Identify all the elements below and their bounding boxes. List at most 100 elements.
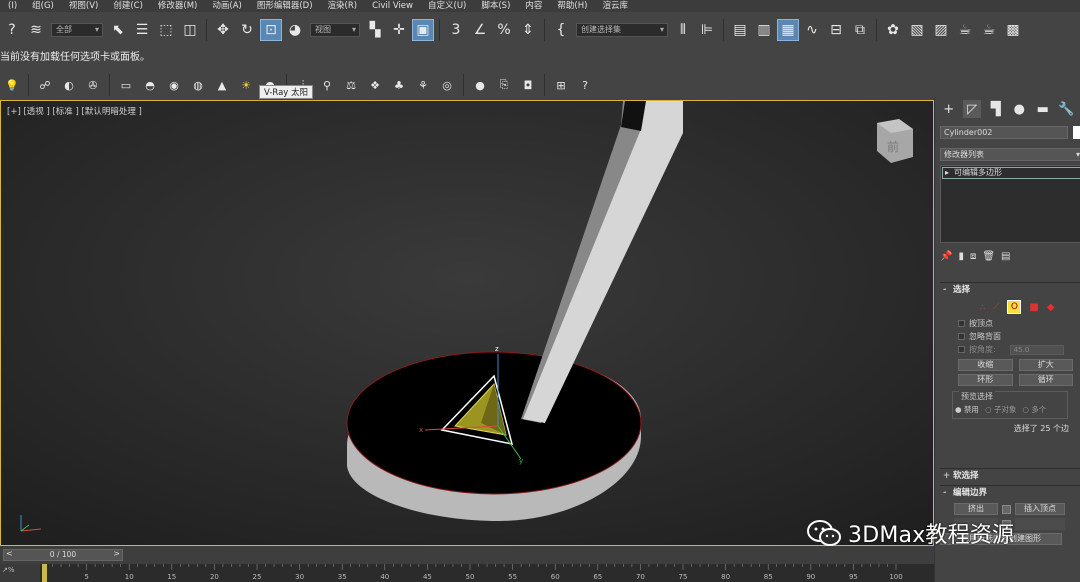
create-tab-icon[interactable]: + (940, 100, 958, 118)
shrink-button[interactable]: 收缩 (958, 359, 1013, 371)
vray-sun-icon[interactable]: ☀ (237, 76, 255, 94)
pin-stack-icon[interactable]: 📌 (940, 251, 952, 262)
help-icon[interactable]: ? (576, 76, 594, 94)
move-icon[interactable]: ✥ (213, 20, 233, 40)
menu-item[interactable]: 动画(A) (204, 0, 248, 12)
snaps-toggle-icon[interactable]: 3 (446, 20, 466, 40)
undo-icon[interactable]: ? (2, 20, 22, 40)
select-manipulate-icon[interactable]: ✛ (389, 20, 409, 40)
by-vertex-checkbox[interactable]: 按顶点 (940, 317, 1080, 330)
perspective-viewport[interactable]: z x y 前 [+] [透视 ] [标准 ] [默认明暗处理 ] (0, 100, 934, 546)
vray-stats-icon[interactable]: ⊞ (552, 76, 570, 94)
spinner-snap-icon[interactable]: ⇕ (518, 20, 538, 40)
edge-mode-icon[interactable]: ⟋ (993, 302, 999, 312)
vray-ies-light-icon[interactable]: ◍ (189, 76, 207, 94)
extrude-settings-icon[interactable] (1002, 504, 1011, 514)
select-by-name-icon[interactable]: ☰ (132, 20, 152, 40)
vray-ambient-light-icon[interactable]: ▲ (213, 76, 231, 94)
rotate-icon[interactable]: ↻ (237, 20, 257, 40)
vray-light-lister-icon[interactable]: 💡 (3, 76, 21, 94)
soft-selection-rollout[interactable]: + 软选择 (940, 468, 1080, 483)
viewport-label[interactable]: [+] [透视 ] [标准 ] [默认明暗处理 ] (7, 105, 142, 117)
vray-plane-light-icon[interactable]: ▭ (117, 76, 135, 94)
angle-snap-icon[interactable]: ∠ (470, 20, 490, 40)
remove-modifier-icon[interactable]: 🗑 (982, 251, 995, 262)
place-icon[interactable]: ◕ (285, 20, 305, 40)
menu-item[interactable]: 组(G) (24, 0, 61, 12)
edit-named-sets-icon[interactable]: { (551, 20, 571, 40)
align-icon[interactable]: ⊫ (697, 20, 717, 40)
selection-filter-dropdown[interactable]: 全部 (51, 23, 103, 37)
vray-export-icon[interactable]: ⎘ (495, 76, 513, 94)
configure-sets-icon[interactable]: ▤ (1001, 251, 1010, 262)
element-mode-icon[interactable]: ◆ (1047, 302, 1055, 313)
menu-item[interactable]: Civil View (364, 0, 420, 12)
vray-plane-icon[interactable]: ⚖ (342, 76, 360, 94)
menu-item[interactable]: 渲云库 (594, 0, 635, 12)
object-color-swatch[interactable] (1073, 126, 1080, 139)
keyboard-shortcut-icon[interactable]: ▣ (412, 19, 434, 41)
pivot-icon[interactable]: ▚ (365, 20, 385, 40)
vray-sphere-icon[interactable]: ❖ (366, 76, 384, 94)
selection-rollout-header[interactable]: - 选择 (940, 283, 1080, 297)
border-mode-icon[interactable]: O (1007, 300, 1022, 314)
loop-button[interactable]: 循环 (1018, 374, 1073, 386)
menu-item[interactable]: 创建(C) (105, 0, 150, 12)
render-setup-icon[interactable]: ▧ (907, 20, 927, 40)
menu-item[interactable]: 修改器(M) (150, 0, 204, 12)
ribbon-icon[interactable]: ▦ (777, 19, 799, 41)
scale-icon[interactable]: ⊡ (260, 19, 282, 41)
vray-material-icon[interactable]: ☍ (36, 76, 54, 94)
vray-frame-icon[interactable]: ▩ (1003, 20, 1023, 40)
menu-item[interactable]: 内容 (517, 0, 549, 12)
scene-explorer-icon[interactable]: ▤ (730, 20, 750, 40)
hierarchy-tab-icon[interactable]: ▜ (987, 100, 1005, 118)
preview-disabled-radio[interactable]: ● 禁用 (955, 404, 979, 415)
timeline-toggle[interactable]: ↗% (0, 564, 40, 582)
extrude-button[interactable]: 挤出 (954, 503, 998, 515)
curve-editor-icon[interactable]: ∿ (802, 20, 822, 40)
render-active-icon[interactable]: ☕ (979, 20, 999, 40)
preview-multi-radio[interactable]: ○ 多个 (1022, 404, 1046, 415)
vray-sphere-light-icon[interactable]: ◉ (165, 76, 183, 94)
bridge-button[interactable] (1015, 518, 1065, 530)
menu-item[interactable]: 渲染(R) (320, 0, 365, 12)
schematic-view-icon[interactable]: ⧉ (850, 20, 870, 40)
expand-icon[interactable]: ▸ (945, 168, 949, 178)
menu-item[interactable]: 图形编辑器(D) (249, 0, 320, 12)
menu-item[interactable]: 帮助(H) (549, 0, 594, 12)
time-ruler[interactable]: 5 10 15 20 25 30 35 40 45 50 55 60 65 70 75 80 85 90 95 100 (40, 564, 934, 582)
vray-vrscene-icon[interactable]: ◘ (519, 76, 537, 94)
ring-button[interactable]: 环形 (958, 374, 1013, 386)
motion-tab-icon[interactable]: ● (1010, 100, 1028, 118)
menu-item[interactable]: 自定义(U) (420, 0, 473, 12)
mirror-icon[interactable]: ⫴ (673, 20, 693, 40)
time-slider[interactable]: < 0 / 100 > (3, 549, 123, 561)
layer-explorer-icon[interactable]: ▥ (754, 20, 774, 40)
vray-scatter-icon[interactable]: ♣ (390, 76, 408, 94)
vray-proxy-icon[interactable]: ⚲ (318, 76, 336, 94)
prev-frame-icon[interactable]: < (6, 549, 13, 559)
insert-vertex-button[interactable]: 插入顶点 (1015, 503, 1065, 515)
vertex-mode-icon[interactable]: ∴ (980, 303, 985, 312)
utilities-tab-icon[interactable]: 🔧 (1057, 100, 1075, 118)
next-frame-icon[interactable]: > (113, 549, 120, 559)
vray-mtl-converter-icon[interactable]: ◐ (60, 76, 78, 94)
stack-item-editable-poly[interactable]: ▸ 可编辑多边形 (942, 167, 1080, 179)
angle-spinner[interactable]: 45.0 (1009, 344, 1064, 355)
vray-decal-icon[interactable]: ◎ (438, 76, 456, 94)
menu-item[interactable]: (I) (0, 0, 24, 12)
modify-tab-icon[interactable]: ◸ (963, 100, 982, 118)
window-crossing-icon[interactable]: ◫ (180, 20, 200, 40)
preview-subobj-radio[interactable]: ○ 子对象 (985, 404, 1016, 415)
modifier-list-dropdown[interactable]: 修改器列表 (940, 148, 1080, 161)
object-name-field[interactable]: Cylinder002 (940, 126, 1068, 139)
named-selection-dropdown[interactable]: 创建选择集 (576, 23, 668, 37)
by-angle-checkbox[interactable]: 按角度: 45.0 (940, 343, 1080, 356)
rect-selection-icon[interactable]: ⬚ (156, 20, 176, 40)
menu-item[interactable]: 视图(V) (61, 0, 105, 12)
menu-item[interactable]: 脚本(S) (473, 0, 517, 12)
grow-button[interactable]: 扩大 (1018, 359, 1073, 371)
edit-borders-header[interactable]: - 编辑边界 (940, 486, 1080, 500)
render-icon[interactable]: ☕ (955, 20, 975, 40)
